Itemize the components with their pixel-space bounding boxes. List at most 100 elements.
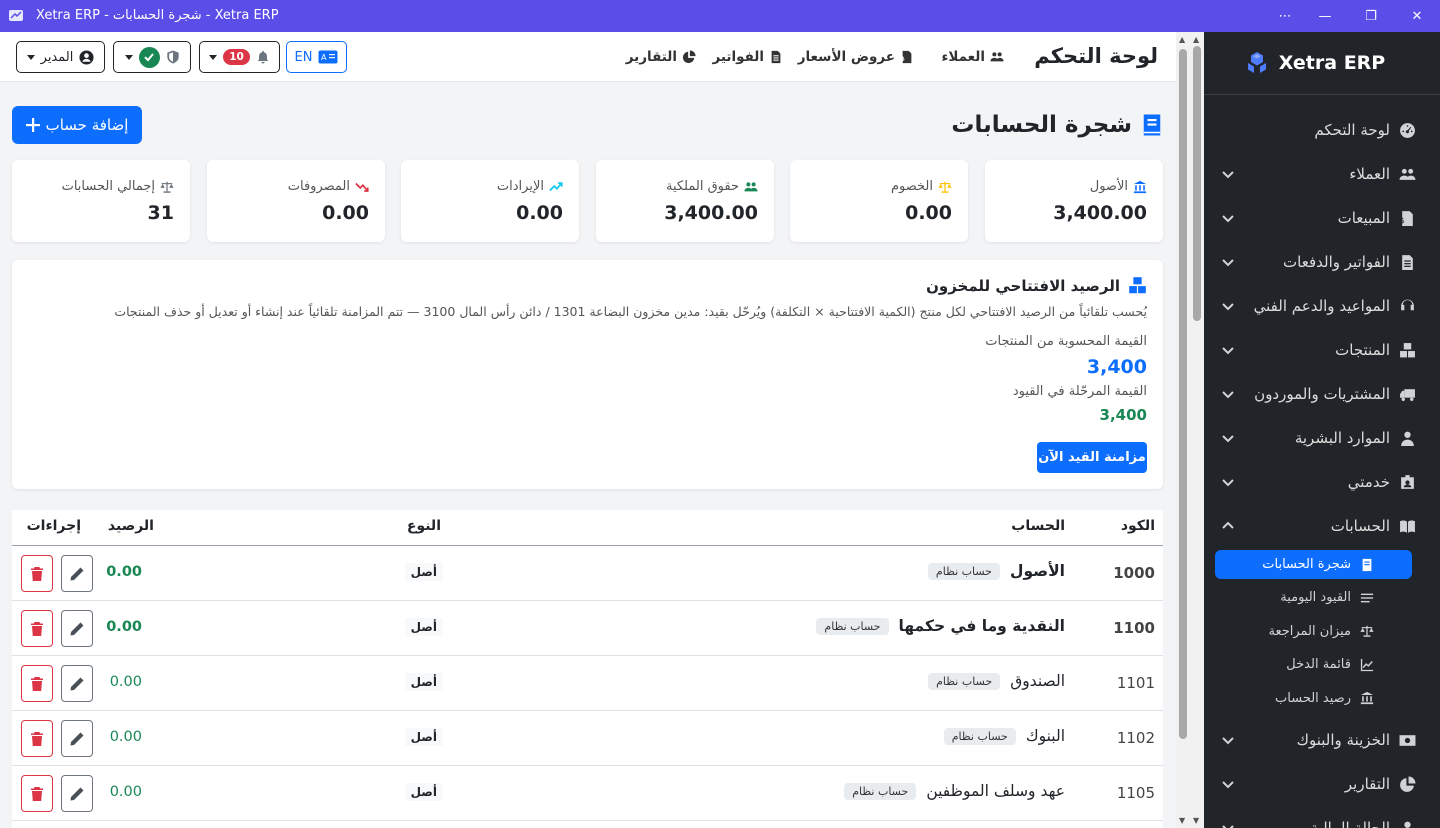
sidebar-submenu-accounts: شجرة الحسابات القيود اليومية ميزان المرا… (1190, 550, 1440, 715)
column-header-code[interactable]: الكود (1121, 518, 1155, 534)
sidebar-scrollbar[interactable]: ▲ ▼ (1190, 32, 1204, 828)
sidebar-item-my-service[interactable]: خدمتي (1190, 460, 1440, 504)
id-badge-icon (1398, 473, 1416, 491)
book-open-icon (1398, 517, 1416, 535)
sidebar-item-appointments-support[interactable]: المواعيد والدعم الفني (1190, 284, 1440, 328)
sidebar-item-label: المبيعات (1337, 209, 1390, 227)
delete-account-button[interactable] (21, 720, 53, 757)
trash-icon (31, 621, 43, 636)
money-icon (1398, 731, 1416, 749)
table-row[interactable]: 1105 عهد وسلف الموظفين حساب نظام أصل 0.0… (12, 766, 1163, 821)
sidebar-subitem-chart-of-accounts[interactable]: شجرة الحسابات (1215, 550, 1412, 579)
sidebar-item-reports[interactable]: التقارير (1190, 762, 1440, 806)
sidebar-item-label: خدمتي (1347, 473, 1390, 491)
sidebar-item-invoices-payments[interactable]: الفواتير والدفعات (1190, 240, 1440, 284)
edit-account-button[interactable] (61, 665, 93, 702)
system-account-badge: حساب نظام (816, 617, 889, 635)
edit-account-button[interactable] (61, 775, 93, 812)
headset-icon (1398, 297, 1416, 315)
delete-account-button[interactable] (21, 665, 53, 702)
account-code: 1100 (1113, 619, 1155, 637)
sidebar-item-financial-status[interactable]: الحالة المالية (1190, 806, 1440, 828)
sidebar-item-hr[interactable]: الموارد البشرية (1190, 416, 1440, 460)
section-title: شجرة الحسابات (951, 112, 1164, 138)
close-window-button[interactable]: ✕ (1394, 0, 1440, 32)
user-tie-icon (1398, 429, 1416, 447)
scroll-down-arrow-icon[interactable]: ▼ (1193, 816, 1199, 825)
add-account-label: إضافة حساب (45, 116, 129, 134)
sidebar-nav-more: الخزينة والبنوك التقارير الحالة المالية (1190, 715, 1440, 828)
trash-icon (31, 676, 43, 691)
user-name: المدير (40, 49, 74, 65)
status-dropdown[interactable] (113, 41, 191, 73)
table-row[interactable]: 1102 البنوك حساب نظام أصل 0.00 (12, 711, 1163, 766)
table-header: الكود الحساب النوع الرصيد إجراءات (12, 510, 1163, 546)
sidebar-item-purchases-suppliers[interactable]: المشتريات والموردون (1190, 372, 1440, 416)
topnav-invoices[interactable]: الفواتير (713, 49, 783, 65)
table-row[interactable]: 1101 الصندوق حساب نظام أصل 0.00 (12, 656, 1163, 711)
delete-account-button[interactable] (21, 555, 53, 592)
scroll-down-arrow-icon[interactable]: ▼ (1179, 816, 1185, 825)
account-cell[interactable]: عهد وسلف الموظفين حساب نظام (844, 782, 1065, 800)
sidebar-subitem-trial-balance[interactable]: ميزان المراجعة (1190, 615, 1440, 649)
account-code: 1105 (1116, 784, 1155, 802)
file-dollar-icon: $ (901, 50, 912, 64)
column-header-account[interactable]: الحساب (1011, 518, 1065, 534)
posted-value-label: القيمة المرحّلة في القيود (1012, 384, 1147, 399)
sidebar-subitem-income-statement[interactable]: قائمة الدخل (1190, 648, 1440, 682)
sidebar-item-sales[interactable]: $ المبيعات (1190, 196, 1440, 240)
chevron-up-icon (1220, 518, 1236, 534)
sidebar-scrollbar-thumb[interactable] (1193, 46, 1201, 321)
edit-account-button[interactable] (61, 610, 93, 647)
edit-account-button[interactable] (61, 555, 93, 592)
caret-down-icon (124, 54, 133, 60)
table-row[interactable]: 1000 الأصول حساب نظام أصل 0.00 (12, 546, 1163, 601)
column-header-balance[interactable]: الرصيد (108, 518, 154, 534)
sidebar-item-dashboard[interactable]: لوحة التحكم (1190, 108, 1440, 152)
topnav-reports[interactable]: التقارير (626, 49, 696, 65)
account-balance: 0.00 (106, 619, 142, 635)
minimize-button[interactable]: — (1302, 0, 1348, 32)
add-account-button[interactable]: إضافة حساب (12, 106, 142, 144)
account-cell[interactable]: الصندوق حساب نظام (928, 672, 1065, 690)
svg-text:A: A (321, 53, 327, 62)
account-cell[interactable]: الأصول حساب نظام (927, 562, 1065, 580)
language-toggle-button[interactable]: EN A (286, 41, 347, 73)
card-value: 0.00 (516, 202, 563, 224)
sidebar-item-accounts[interactable]: الحسابات (1190, 504, 1440, 548)
sidebar-item-products[interactable]: المنتجات (1190, 328, 1440, 372)
edit-account-button[interactable] (61, 720, 93, 757)
scroll-up-arrow-icon[interactable]: ▲ (1179, 35, 1185, 44)
sidebar-subitem-account-balance[interactable]: رصيد الحساب (1190, 682, 1440, 716)
scroll-up-arrow-icon[interactable]: ▲ (1193, 35, 1199, 44)
topnav-label: العملاء (941, 49, 985, 65)
sync-entry-button[interactable]: مزامنة القيد الآن (1037, 442, 1147, 473)
topnav-quotes[interactable]: $ عروض الأسعار (798, 49, 914, 65)
column-header-type[interactable]: النوع (407, 518, 441, 534)
sidebar-brand[interactable]: Xetra ERP (1190, 32, 1440, 95)
inventory-opening-balance-panel: الرصيد الافتتاحي للمخزون يُحسب تلقائياً … (12, 260, 1163, 489)
window-title: Xetra ERP - شجرة الحسابات - Xetra ERP (36, 8, 279, 23)
delete-account-button[interactable] (21, 775, 53, 812)
account-cell[interactable]: البنوك حساب نظام (943, 727, 1065, 745)
column-header-actions: إجراءات (26, 518, 81, 534)
section-title-text: شجرة الحسابات (951, 112, 1132, 138)
sidebar-item-customers[interactable]: العملاء (1190, 152, 1440, 196)
delete-account-button[interactable] (21, 610, 53, 647)
table-row[interactable]: 1100 النقدية وما في حكمها حساب نظام أصل … (12, 601, 1163, 656)
language-label: EN (294, 49, 313, 65)
main-scrollbar[interactable]: ▲ ▼ (1176, 32, 1190, 828)
sidebar-item-treasury-banks[interactable]: الخزينة والبنوك (1190, 718, 1440, 762)
notifications-dropdown[interactable]: 10 (199, 41, 280, 73)
chevron-down-icon (1220, 820, 1236, 828)
chevron-down-icon (1220, 474, 1236, 490)
chevron-down-icon (1220, 254, 1236, 270)
main-scrollbar-thumb[interactable] (1179, 49, 1187, 739)
app-icon (9, 10, 23, 21)
topnav-customers[interactable]: العملاء (941, 49, 1004, 65)
account-cell[interactable]: النقدية وما في حكمها حساب نظام (816, 617, 1065, 635)
sidebar-subitem-journal-entries[interactable]: القيود اليومية (1190, 581, 1440, 615)
bank-icon (1133, 180, 1147, 193)
maximize-button[interactable]: ❐ (1348, 0, 1394, 32)
user-menu-dropdown[interactable]: المدير (16, 41, 105, 73)
